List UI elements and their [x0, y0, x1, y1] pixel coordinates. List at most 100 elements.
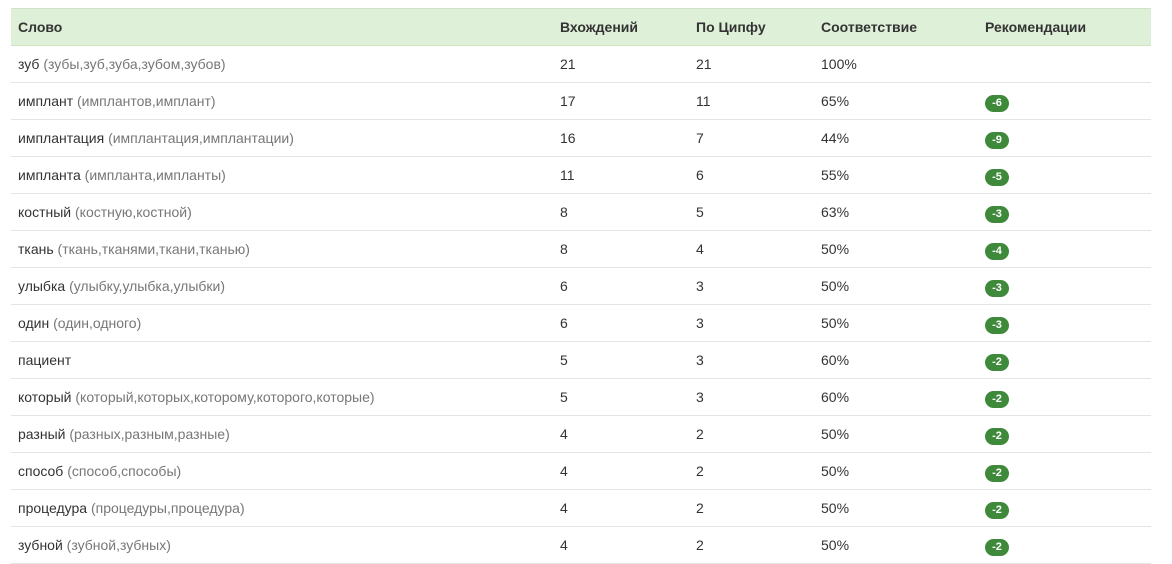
recommendation-cell: -2: [978, 452, 1151, 490]
table-row: зубной (зубной,зубных) 4 2 50% -2: [11, 526, 1151, 564]
occurrences-cell: 16: [553, 119, 689, 157]
recommendation-cell: -9: [978, 119, 1151, 157]
word-lemma: ткань: [18, 241, 54, 257]
match-cell: 50%: [814, 415, 978, 453]
zipf-cell: 2: [689, 415, 814, 453]
word-cell: имплантация (имплантация,имплантации): [11, 119, 553, 157]
match-cell: 50%: [814, 489, 978, 527]
occurrences-cell: 4: [553, 415, 689, 453]
word-lemma: способ: [18, 463, 64, 479]
word-forms: (ткань,тканями,ткани,тканью): [57, 241, 250, 257]
table-row: имплантация (имплантация,имплантации) 16 7…: [11, 119, 1151, 157]
recommendation-cell: [978, 45, 1151, 83]
table-row: импланта (импланта,импланты) 11 6 55% -5: [11, 156, 1151, 194]
recommendation-cell: -2: [978, 378, 1151, 416]
recommendation-badge: -3: [985, 279, 1009, 297]
word-cell: зуб (зубы,зуб,зуба,зубом,зубов): [11, 45, 553, 83]
header-match: Соответствие: [814, 8, 978, 46]
word-frequency-table: Слово Вхождений По Ципфу Соответствие Ре…: [11, 8, 1151, 564]
recommendation-badge: -4: [985, 242, 1009, 260]
recommendation-cell: -2: [978, 341, 1151, 379]
recommendation-cell: -4: [978, 230, 1151, 268]
recommendation-badge: -2: [985, 538, 1009, 556]
word-cell: зубной (зубной,зубных): [11, 526, 553, 564]
recommendation-cell: -3: [978, 267, 1151, 305]
zipf-cell: 3: [689, 378, 814, 416]
zipf-cell: 2: [689, 489, 814, 527]
table-body: зуб (зубы,зуб,зуба,зубом,зубов) 21 21 100% и…: [11, 45, 1151, 564]
word-lemma: разный: [18, 426, 66, 442]
recommendation-badge: -6: [985, 94, 1009, 112]
table-row: один (один,одного) 6 3 50% -3: [11, 304, 1151, 342]
table-row: костный (костную,костной) 8 5 63% -3: [11, 193, 1151, 231]
word-forms: (способ,способы): [67, 463, 182, 479]
word-forms: (который,которых,которому,которого,котор…: [75, 389, 375, 405]
word-lemma: улыбка: [18, 278, 66, 294]
recommendation-badge: -2: [985, 501, 1009, 519]
match-cell: 50%: [814, 304, 978, 342]
zipf-cell: 4: [689, 230, 814, 268]
word-forms: (зубной,зубных): [66, 537, 171, 553]
recommendation-badge: -2: [985, 427, 1009, 445]
word-cell: разный (разных,разным,разные): [11, 415, 553, 453]
word-cell: импланта (импланта,импланты): [11, 156, 553, 194]
header-row: Слово Вхождений По Ципфу Соответствие Ре…: [11, 8, 1151, 46]
word-forms: (зубы,зуб,зуба,зубом,зубов): [43, 56, 226, 72]
word-lemma: зуб: [18, 56, 40, 72]
word-cell: улыбка (улыбку,улыбка,улыбки): [11, 267, 553, 305]
match-cell: 60%: [814, 378, 978, 416]
match-cell: 50%: [814, 267, 978, 305]
table-row: пациент 5 3 60% -2: [11, 341, 1151, 379]
table-row: улыбка (улыбку,улыбка,улыбки) 6 3 50% -3: [11, 267, 1151, 305]
word-lemma: имплант: [18, 93, 74, 109]
table-row: способ (способ,способы) 4 2 50% -2: [11, 452, 1151, 490]
occurrences-cell: 6: [553, 304, 689, 342]
word-lemma: процедура: [18, 500, 88, 516]
word-forms: (процедуры,процедура): [90, 500, 245, 516]
word-lemma: импланта: [18, 167, 81, 183]
match-cell: 63%: [814, 193, 978, 231]
word-forms: (улыбку,улыбка,улыбки): [69, 278, 226, 294]
occurrences-cell: 6: [553, 267, 689, 305]
match-cell: 60%: [814, 341, 978, 379]
recommendation-badge: -2: [985, 390, 1009, 408]
word-cell: способ (способ,способы): [11, 452, 553, 490]
header-occurrences: Вхождений: [553, 8, 689, 46]
word-cell: который (который,которых,которому,которо…: [11, 378, 553, 416]
table-row: разный (разных,разным,разные) 4 2 50% -2: [11, 415, 1151, 453]
recommendation-cell: -2: [978, 526, 1151, 564]
header-word: Слово: [11, 8, 553, 46]
table-row: который (который,которых,которому,которо…: [11, 378, 1151, 416]
zipf-cell: 6: [689, 156, 814, 194]
word-forms: (имплантация,имплантации): [108, 130, 294, 146]
word-cell: один (один,одного): [11, 304, 553, 342]
recommendation-cell: -3: [978, 304, 1151, 342]
table-row: имплант (имплантов,имплант) 17 11 65% -6: [11, 82, 1151, 120]
word-forms: (костную,костной): [75, 204, 192, 220]
recommendation-cell: -6: [978, 82, 1151, 120]
occurrences-cell: 17: [553, 82, 689, 120]
word-frequency-table-container: Слово Вхождений По Ципфу Соответствие Ре…: [11, 8, 1151, 564]
header-zipf: По Ципфу: [689, 8, 814, 46]
recommendation-badge: -3: [985, 316, 1009, 334]
match-cell: 50%: [814, 230, 978, 268]
occurrences-cell: 5: [553, 378, 689, 416]
recommendation-cell: -5: [978, 156, 1151, 194]
zipf-cell: 11: [689, 82, 814, 120]
zipf-cell: 2: [689, 452, 814, 490]
word-lemma: пациент: [18, 352, 72, 368]
recommendation-badge: -9: [985, 131, 1009, 149]
recommendation-cell: -3: [978, 193, 1151, 231]
zipf-cell: 5: [689, 193, 814, 231]
word-cell: костный (костную,костной): [11, 193, 553, 231]
word-cell: ткань (ткань,тканями,ткани,тканью): [11, 230, 553, 268]
match-cell: 50%: [814, 526, 978, 564]
word-cell: процедура (процедуры,процедура): [11, 489, 553, 527]
occurrences-cell: 4: [553, 452, 689, 490]
occurrences-cell: 4: [553, 526, 689, 564]
word-forms: (импланта,импланты): [84, 167, 226, 183]
word-forms: (имплантов,имплант): [77, 93, 216, 109]
recommendation-cell: -2: [978, 415, 1151, 453]
recommendation-cell: -2: [978, 489, 1151, 527]
occurrences-cell: 21: [553, 45, 689, 83]
